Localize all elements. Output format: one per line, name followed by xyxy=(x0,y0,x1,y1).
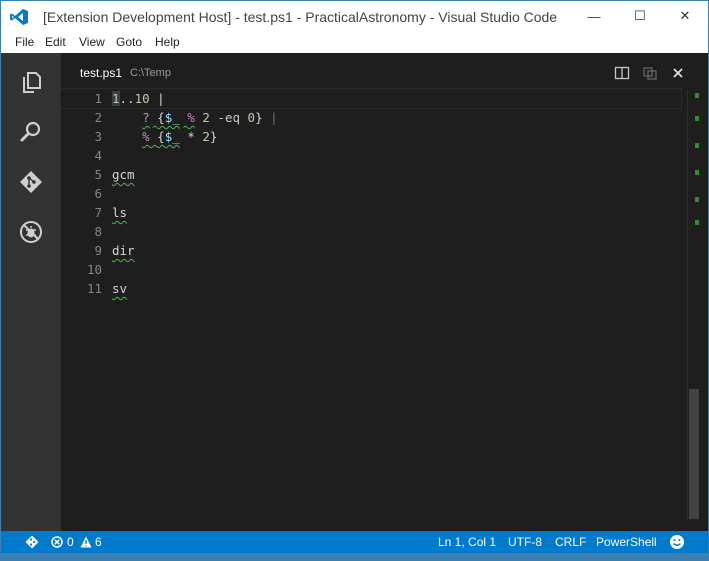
code-line: 3 % {$_ * 2} xyxy=(61,127,681,146)
menu-file[interactable]: File xyxy=(15,35,34,49)
line-number: 1 xyxy=(94,91,102,106)
line-number: 3 xyxy=(94,129,102,144)
line-number: 9 xyxy=(94,243,102,258)
feedback-smiley-icon[interactable] xyxy=(669,534,685,550)
warning-icon[interactable] xyxy=(80,536,92,548)
minimize-button[interactable]: — xyxy=(571,1,617,31)
open-changes-icon[interactable] xyxy=(642,65,658,81)
error-icon[interactable] xyxy=(51,536,63,548)
cursor-position[interactable]: Ln 1, Col 1 xyxy=(438,535,496,549)
editor-area: test.ps1 C:\Temp 1 1..10 | 2 ? {$_ % 2 -… xyxy=(60,53,708,531)
scrollbar-slider[interactable] xyxy=(689,389,699,519)
code-editor[interactable]: 1 1..10 | 2 ? {$_ % 2 -eq 0} | 3 % {$_ *… xyxy=(60,88,682,298)
language-mode[interactable]: PowerShell xyxy=(596,535,657,549)
editor-tab-title[interactable]: test.ps1 xyxy=(80,66,122,80)
overview-ruler-mark xyxy=(695,143,699,148)
search-icon[interactable] xyxy=(19,120,43,144)
menu-goto[interactable]: Goto xyxy=(116,35,142,49)
overview-ruler-mark xyxy=(695,170,699,175)
overview-ruler-mark xyxy=(695,93,699,98)
line-number: 6 xyxy=(94,186,102,201)
line-number: 2 xyxy=(94,110,102,125)
code-line: 1 1..10 | xyxy=(60,88,682,109)
line-ending-indicator[interactable]: CRLF xyxy=(555,535,586,549)
editor-scrollbar[interactable] xyxy=(687,89,700,521)
overview-ruler-mark xyxy=(695,197,699,202)
close-editor-icon[interactable] xyxy=(670,65,686,81)
code-text: gcm xyxy=(112,167,135,182)
overview-ruler-mark xyxy=(695,116,699,121)
close-icon: ✕ xyxy=(679,8,691,23)
code-line: 6 xyxy=(61,184,681,203)
files-icon[interactable] xyxy=(19,70,43,94)
code-text: sv xyxy=(112,281,128,296)
line-number: 7 xyxy=(94,205,102,220)
code-text: % {$_ * 2} xyxy=(142,129,218,144)
overview-ruler-mark xyxy=(695,220,699,225)
encoding-indicator[interactable]: UTF-8 xyxy=(508,535,542,549)
git-branch-icon[interactable] xyxy=(25,535,39,549)
code-text: ls xyxy=(112,205,128,220)
menu-edit[interactable]: Edit xyxy=(45,35,66,49)
title-bar: [Extension Development Host] - test.ps1 … xyxy=(1,1,708,33)
window-bottom-border xyxy=(1,553,708,560)
warning-count[interactable]: 6 xyxy=(95,535,102,549)
vscode-window: [Extension Development Host] - test.ps1 … xyxy=(0,0,709,561)
menu-help[interactable]: Help xyxy=(155,35,180,49)
minimize-icon: — xyxy=(587,8,601,24)
code-line: 2 ? {$_ % 2 -eq 0} | xyxy=(61,108,681,127)
maximize-icon: ☐ xyxy=(634,8,646,23)
code-line: 9 dir xyxy=(61,241,681,260)
editor-tab-path: C:\Temp xyxy=(130,67,171,79)
activity-bar xyxy=(1,53,61,533)
line-number: 11 xyxy=(86,281,102,296)
line-number: 5 xyxy=(94,167,102,182)
code-line: 10 xyxy=(61,260,681,279)
maximize-button[interactable]: ☐ xyxy=(617,1,663,31)
debug-icon[interactable] xyxy=(19,220,43,244)
line-number: 10 xyxy=(86,262,102,277)
vscode-logo-icon xyxy=(10,9,28,25)
status-bar: 0 6 Ln 1, Col 1 UTF-8 CRLF PowerShell xyxy=(1,531,708,553)
code-text: ? {$_ % 2 -eq 0} | xyxy=(142,110,278,125)
close-window-button[interactable]: ✕ xyxy=(662,1,708,31)
error-count[interactable]: 0 xyxy=(67,535,74,549)
split-editor-icon[interactable] xyxy=(614,65,630,81)
line-number: 4 xyxy=(94,148,102,163)
git-icon[interactable] xyxy=(19,170,43,194)
menu-bar: File Edit View Goto Help xyxy=(1,33,708,53)
window-title: [Extension Development Host] - test.ps1 … xyxy=(43,9,558,25)
code-text: dir xyxy=(112,243,135,258)
code-line: 4 xyxy=(61,146,681,165)
code-text: 1..10 | xyxy=(112,91,165,106)
code-line: 5 gcm xyxy=(61,165,681,184)
line-number: 8 xyxy=(94,224,102,239)
code-line: 8 xyxy=(61,222,681,241)
code-line: 11 sv xyxy=(61,279,681,298)
code-line: 7 ls xyxy=(61,203,681,222)
menu-view[interactable]: View xyxy=(79,35,105,49)
